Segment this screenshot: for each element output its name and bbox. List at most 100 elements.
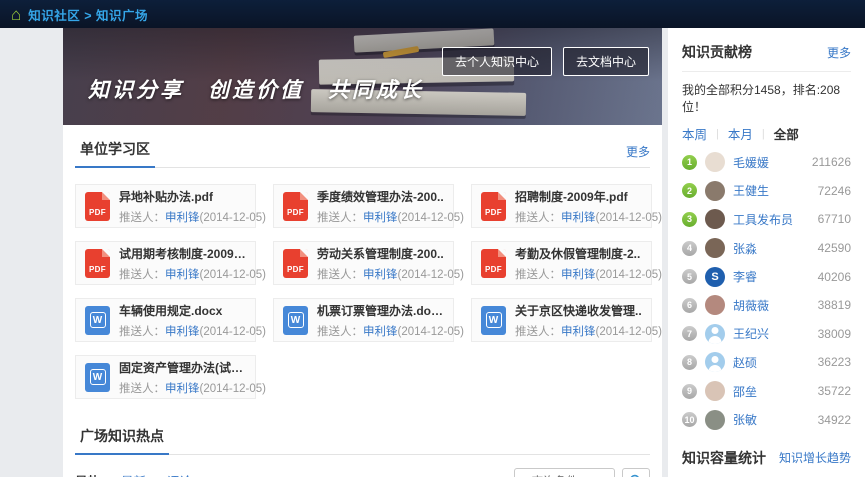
page-columns: 知识分享 创造价值 共同成长 去个人知识中心 去文档中心 单位学习区 更多 PD…: [0, 28, 865, 477]
avatar-logo: S: [705, 267, 725, 287]
user-link[interactable]: 邵垒: [733, 383, 757, 400]
pusher-link[interactable]: 申利锋: [363, 269, 398, 281]
pushed-by-label: 推送人：: [515, 212, 561, 224]
tab-newest[interactable]: 最新: [121, 471, 146, 477]
document-card-grid: PDF 异地补贴办法.pdf 推送人：申利锋(2014-12-05) PDF 季…: [75, 184, 650, 399]
doc-card[interactable]: PDF 异地补贴办法.pdf 推送人：申利锋(2014-12-05): [75, 184, 256, 228]
growth-trend-link[interactable]: 知识增长趋势: [779, 449, 851, 466]
user-link[interactable]: 张敏: [733, 411, 757, 428]
pusher-link[interactable]: 申利锋: [165, 326, 200, 338]
doc-card[interactable]: W 关于京区快递收发管理.. 推送人：申利锋(2014-12-05): [471, 298, 652, 342]
doc-meta: 推送人：申利锋(2014-12-05): [515, 266, 642, 282]
doc-meta: 推送人：申利锋(2014-12-05): [119, 209, 246, 225]
ranking-row: 4 张淼 42590: [682, 234, 851, 263]
doc-card[interactable]: W 车辆使用规定.docx 推送人：申利锋(2014-12-05): [75, 298, 256, 342]
doc-meta: 推送人：申利锋(2014-12-05): [119, 266, 246, 282]
query-filter-select[interactable]: --查询条件-- ▼: [514, 468, 615, 477]
capacity-title: 知识容量统计: [682, 448, 766, 468]
doc-title: 季度绩效管理办法-200..: [317, 188, 444, 205]
doc-title: 异地补贴办法.pdf: [119, 188, 246, 205]
avatar: [705, 181, 725, 201]
word-file-icon: W: [283, 306, 308, 335]
personal-knowledge-center-button[interactable]: 去个人知识中心: [442, 47, 552, 76]
document-center-button[interactable]: 去文档中心: [563, 47, 649, 76]
push-date: (2014-12-05): [200, 326, 266, 338]
user-link[interactable]: 胡薇薇: [733, 297, 769, 314]
doc-card[interactable]: PDF 考勤及休假管理制度-2.. 推送人：申利锋(2014-12-05): [471, 241, 652, 285]
user-link[interactable]: 工具发布员: [733, 211, 793, 228]
search-button[interactable]: [622, 468, 650, 477]
pushed-by-label: 推送人：: [317, 326, 363, 338]
doc-card[interactable]: PDF 试用期考核制度-2009年.. 推送人：申利锋(2014-12-05): [75, 241, 256, 285]
pusher-link[interactable]: 申利锋: [165, 212, 200, 224]
pushed-by-label: 推送人：: [515, 269, 561, 281]
pdf-file-icon: PDF: [85, 249, 110, 278]
rank-badge: 5: [682, 269, 697, 284]
push-date: (2014-12-05): [200, 383, 266, 395]
pdf-file-icon: PDF: [283, 192, 308, 221]
pushed-by-label: 推送人：: [119, 212, 165, 224]
doc-meta: 推送人：申利锋(2014-12-05): [317, 266, 444, 282]
contribution-more-link[interactable]: 更多: [827, 44, 851, 61]
doc-title: 机票订票管理办法.docx: [317, 302, 444, 319]
tab-hottest[interactable]: 最热: [75, 471, 100, 477]
pusher-link[interactable]: 申利锋: [363, 326, 398, 338]
doc-card[interactable]: PDF 季度绩效管理办法-200.. 推送人：申利锋(2014-12-05): [273, 184, 454, 228]
avatar: [705, 238, 725, 258]
ranking-row: 2 王健生 72246: [682, 177, 851, 206]
push-date: (2014-12-05): [596, 212, 662, 224]
ranking-row: 5 S 李睿 40206: [682, 262, 851, 291]
home-icon[interactable]: ⌂: [11, 6, 21, 23]
pdf-file-icon: PDF: [481, 249, 506, 278]
pusher-link[interactable]: 申利锋: [561, 212, 596, 224]
contribution-panel: 知识贡献榜 更多 我的全部积分1458，排名:208位！ 本周 | 本月 | 全…: [668, 28, 865, 434]
doc-meta: 推送人：申利锋(2014-12-05): [317, 209, 444, 225]
contribution-header: 知识贡献榜 更多: [682, 37, 851, 72]
user-link[interactable]: 张淼: [733, 240, 757, 257]
tab-comments[interactable]: 评论: [167, 471, 192, 477]
pushed-by-label: 推送人：: [317, 269, 363, 281]
user-score: 72246: [818, 184, 851, 198]
push-date: (2014-12-05): [596, 269, 662, 281]
user-link[interactable]: 毛媛媛: [733, 154, 769, 171]
doc-card[interactable]: PDF 招聘制度-2009年.pdf 推送人：申利锋(2014-12-05): [471, 184, 652, 228]
ranking-row: 3 工具发布员 67710: [682, 205, 851, 234]
user-link[interactable]: 王健生: [733, 182, 769, 199]
doc-title: 试用期考核制度-2009年..: [119, 245, 246, 262]
push-date: (2014-12-05): [200, 212, 266, 224]
query-filter-value: --查询条件--: [524, 473, 585, 477]
user-link[interactable]: 李睿: [733, 268, 757, 285]
breadcrumb[interactable]: 知识社区 > 知识广场: [28, 5, 148, 24]
ranking-row: 8 赵硕 36223: [682, 348, 851, 377]
capacity-panel: 知识容量统计 知识增长趋势 知识广场已有 34 份文档: [668, 434, 865, 477]
user-score: 34922: [818, 413, 851, 427]
pdf-file-icon: PDF: [85, 192, 110, 221]
tab-this-month[interactable]: 本月: [728, 124, 753, 143]
right-sidebar: 知识贡献榜 更多 我的全部积分1458，排名:208位！ 本周 | 本月 | 全…: [668, 28, 865, 477]
doc-card[interactable]: PDF 劳动关系管理制度-200.. 推送人：申利锋(2014-12-05): [273, 241, 454, 285]
pusher-link[interactable]: 申利锋: [165, 269, 200, 281]
doc-card[interactable]: W 固定资产管理办法(试行.. 推送人：申利锋(2014-12-05): [75, 355, 256, 399]
tab-this-week[interactable]: 本周: [682, 124, 707, 143]
rank-badge: 8: [682, 355, 697, 370]
contribution-title: 知识贡献榜: [682, 42, 752, 62]
doc-title: 车辆使用规定.docx: [119, 302, 246, 319]
push-date: (2014-12-05): [398, 326, 464, 338]
left-margin: [0, 28, 63, 477]
learning-more-link[interactable]: 更多: [626, 143, 650, 167]
pushed-by-label: 推送人：: [317, 212, 363, 224]
doc-card-body: 劳动关系管理制度-200.. 推送人：申利锋(2014-12-05): [317, 245, 444, 282]
user-link[interactable]: 王纪兴: [733, 325, 769, 342]
person-placeholder-avatar: [705, 324, 725, 344]
person-placeholder-avatar: [705, 352, 725, 372]
push-date: (2014-12-05): [398, 212, 464, 224]
banner-buttons: 去个人知识中心 去文档中心: [442, 47, 649, 76]
pusher-link[interactable]: 申利锋: [561, 269, 596, 281]
doc-card[interactable]: W 机票订票管理办法.docx 推送人：申利锋(2014-12-05): [273, 298, 454, 342]
user-link[interactable]: 赵硕: [733, 354, 757, 371]
tab-all[interactable]: 全部: [774, 124, 799, 143]
pusher-link[interactable]: 申利锋: [363, 212, 398, 224]
pusher-link[interactable]: 申利锋: [561, 326, 596, 338]
pusher-link[interactable]: 申利锋: [165, 383, 200, 395]
avatar: [705, 410, 725, 430]
